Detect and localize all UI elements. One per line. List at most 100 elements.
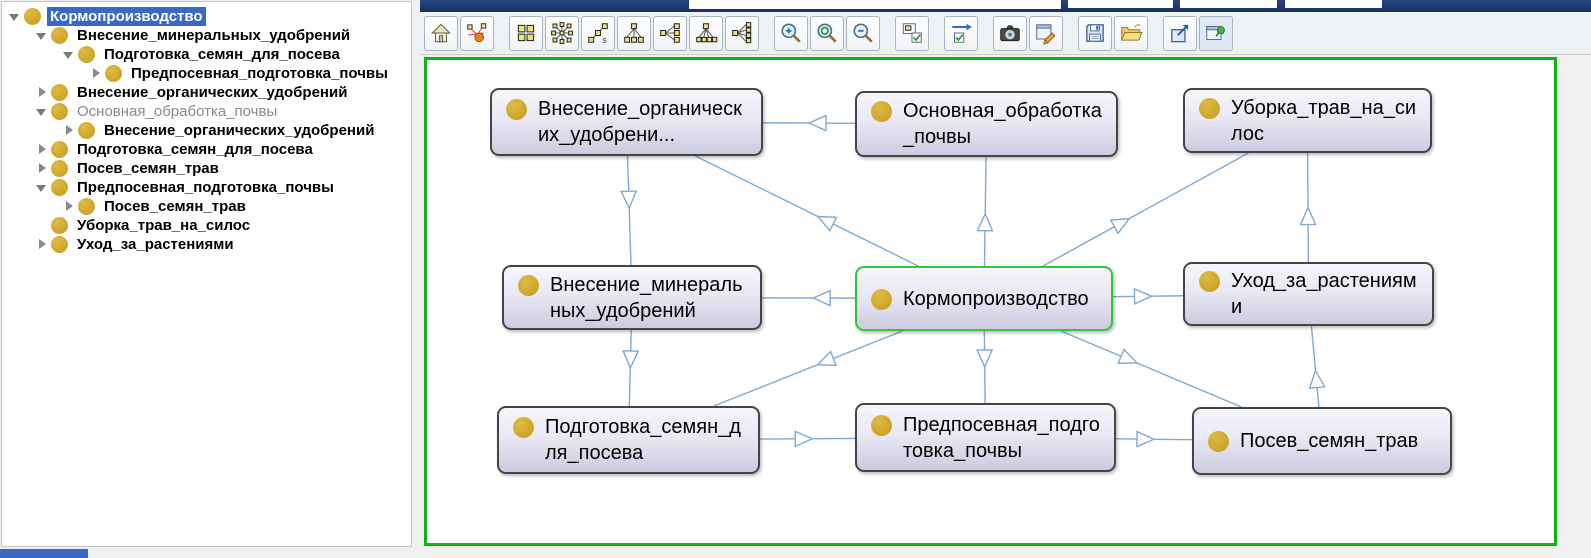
tree-item-label[interactable]: Основная_обработка_почвы (74, 102, 280, 121)
zoom-out-button[interactable] (846, 16, 880, 51)
open-folder-button[interactable] (1114, 16, 1148, 51)
background-window-field (689, 0, 1061, 9)
graph-edge (695, 156, 918, 266)
collapse-toggle-icon[interactable] (62, 48, 75, 61)
expand-toggle-icon[interactable] (35, 143, 48, 156)
save-button[interactable] (1078, 16, 1112, 51)
graph-node-vnesenie-org[interactable]: Внесение_органических_удобрени... (490, 88, 763, 156)
collapse-toggle-icon[interactable] (35, 105, 48, 118)
tree-indent (2, 244, 35, 245)
edge-arrowhead-icon (1118, 349, 1137, 363)
graph-canvas[interactable]: Внесение_органических_удобрени... Основна… (424, 57, 1557, 546)
tree-item[interactable]: Уход_за_растениями (2, 235, 411, 254)
tree-item-label[interactable]: Уход_за_растениями (74, 235, 237, 254)
tree-item[interactable]: Посев_семян_трав (2, 197, 411, 216)
tree-item[interactable]: Внесение_органических_удобрений (2, 83, 411, 102)
tree-horizontal-layout-icon (658, 21, 682, 45)
graph-node-vnesenie-min[interactable]: Внесение_минеральных_удобрений (502, 265, 762, 330)
collapse-toggle-icon[interactable] (35, 29, 48, 42)
grid-layout-button[interactable] (509, 16, 543, 51)
tree-item-label[interactable]: Подготовка_семян_для_посева (101, 45, 343, 64)
graph-edge (1043, 153, 1248, 266)
edge-arrowhead-icon (977, 350, 992, 367)
zoom-in-button[interactable] (774, 16, 808, 51)
radial-layout-button[interactable] (545, 16, 579, 51)
tree-item[interactable]: Предпосевная_подготовка_почвы (2, 178, 411, 197)
tree-item[interactable]: Подготовка_семян_для_посева (2, 45, 411, 64)
home-button[interactable] (424, 16, 458, 51)
tree-vertical-alt-layout-button[interactable] (689, 16, 723, 51)
pin-window-button[interactable] (1199, 16, 1233, 51)
class-icon (78, 198, 95, 215)
tree-item[interactable]: Внесение_органических_удобрений (2, 121, 411, 140)
class-icon (51, 236, 68, 253)
graph-node-uhod[interactable]: Уход_за_растениями (1183, 262, 1434, 326)
show-class-checkbox-icon (900, 21, 924, 45)
tree-item-label[interactable]: Внесение_органических_удобрений (101, 121, 377, 140)
expand-arrow-checkbox-icon (949, 21, 973, 45)
tree-item[interactable]: Предпосевная_подготовка_почвы (2, 64, 411, 83)
zoom-reset-button[interactable] (810, 16, 844, 51)
tree-item[interactable]: Уборка_трав_на_силос (2, 216, 411, 235)
edge-arrowhead-icon (623, 351, 638, 368)
export-button[interactable] (1163, 16, 1197, 51)
graph-node-label: Уход_за_растениями (1231, 268, 1420, 320)
tree-item-label[interactable]: Уборка_трав_на_силос (74, 216, 253, 235)
collapse-toggle-icon[interactable] (8, 10, 21, 23)
tree-vertical-alt-layout-icon (694, 21, 718, 45)
tree-item[interactable]: Кормопроизводство (2, 7, 411, 26)
graph-node-osnovnaya[interactable]: Основная_обработка_почвы (855, 91, 1118, 157)
graph-node-center[interactable]: Кормопроизводство (855, 266, 1113, 331)
class-icon (51, 84, 68, 101)
expand-toggle-icon[interactable] (35, 86, 48, 99)
edit-view-icon (1034, 21, 1058, 45)
camera-button[interactable] (993, 16, 1027, 51)
tree-item-label[interactable]: Подготовка_семян_для_посева (74, 140, 316, 159)
graph-edge (714, 331, 902, 406)
tree-item-label[interactable]: Кормопроизводство (47, 7, 206, 26)
bottom-left-accent (0, 549, 88, 558)
tree-horizontal-alt-layout-icon (730, 21, 754, 45)
edge-arrowhead-icon (818, 217, 837, 231)
chain-layout-button[interactable]: s (581, 16, 615, 51)
tree-item-label[interactable]: Внесение_минеральных_удобрений (74, 26, 353, 45)
tree-indent (2, 73, 89, 74)
class-icon (51, 27, 68, 44)
expand-toggle-icon[interactable] (35, 238, 48, 251)
graph-node-podgotovka[interactable]: Подготовка_семян_для_посева (497, 406, 760, 474)
tree-item[interactable]: Внесение_минеральных_удобрений (2, 26, 411, 45)
tree-item[interactable]: Подготовка_семян_для_посева (2, 140, 411, 159)
tree-vertical-layout-button[interactable] (617, 16, 651, 51)
tree-indent (2, 206, 62, 207)
tree-indent (2, 35, 35, 36)
expand-arrow-checkbox-button[interactable] (944, 16, 978, 51)
graph-node-posev[interactable]: Посев_семян_трав (1192, 407, 1452, 475)
edit-view-button[interactable] (1029, 16, 1063, 51)
tree-horizontal-alt-layout-button[interactable] (725, 16, 759, 51)
graph-edge (984, 157, 986, 266)
expand-toggle-icon[interactable] (62, 200, 75, 213)
expand-toggle-icon[interactable] (62, 124, 75, 137)
tree-item-label[interactable]: Посев_семян_трав (101, 197, 249, 216)
edge-arrowhead-icon (1137, 432, 1154, 447)
tree-item-label[interactable]: Внесение_органических_удобрений (74, 83, 350, 102)
show-class-checkbox-button[interactable] (895, 16, 929, 51)
tree-item-label[interactable]: Посев_семян_трав (74, 159, 222, 178)
tree-item-label[interactable]: Предпосевная_подготовка_почвы (128, 64, 391, 83)
tree-item[interactable]: Основная_обработка_почвы (2, 102, 411, 121)
graph-node-predposevnaya[interactable]: Предпосевная_подготовка_почвы (855, 403, 1116, 472)
tree-item-label[interactable]: Предпосевная_подготовка_почвы (74, 178, 337, 197)
expand-toggle-icon[interactable] (35, 162, 48, 175)
graph-node-label: Основная_обработка_почвы (903, 98, 1104, 150)
tree-item[interactable]: Посев_семян_трав (2, 159, 411, 178)
edge-arrowhead-icon (977, 214, 992, 231)
class-icon (518, 275, 539, 296)
graph-node-uborka[interactable]: Уборка_трав_на_силос (1183, 88, 1432, 153)
graph-network-button[interactable] (460, 16, 494, 51)
radial-layout-icon (550, 21, 574, 45)
expand-toggle-icon[interactable] (89, 67, 102, 80)
graph-edge (1311, 326, 1318, 407)
zoom-out-icon (851, 21, 875, 45)
collapse-toggle-icon[interactable] (35, 181, 48, 194)
tree-horizontal-layout-button[interactable] (653, 16, 687, 51)
